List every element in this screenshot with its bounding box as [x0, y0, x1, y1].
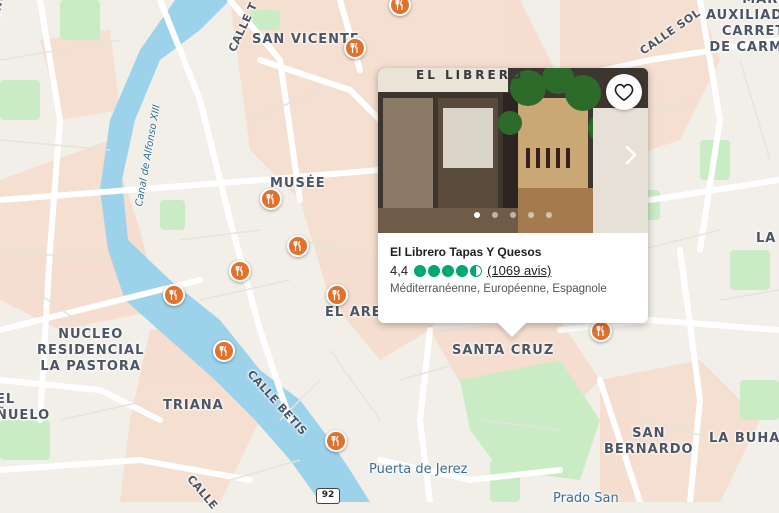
restaurant-pin[interactable]: [260, 188, 282, 210]
label-la-buhaira: LA BUHAIR: [709, 431, 779, 446]
restaurant-pin[interactable]: [326, 284, 348, 306]
fork-knife-icon: [332, 290, 340, 300]
rating-score: 4,4: [390, 263, 409, 278]
label-san-bernardo: SAN BERNARDO: [604, 426, 694, 457]
fork-knife-icon: [596, 326, 604, 336]
fork-knife-icon: [235, 266, 243, 276]
heart-icon: [614, 83, 634, 101]
fork-knife-icon: [395, 0, 403, 10]
restaurant-name[interactable]: El Librero Tapas Y Quesos: [390, 245, 541, 259]
pagination-dot[interactable]: [492, 212, 498, 218]
restaurant-pin[interactable]: [229, 260, 251, 282]
next-photo-button[interactable]: [622, 144, 640, 166]
pagination-dot[interactable]: [474, 212, 480, 218]
review-count-link[interactable]: (1069 avis): [487, 263, 551, 278]
label-el-nuelo: EL ÑUELO: [0, 392, 51, 423]
pagination-dot[interactable]: [546, 212, 552, 218]
restaurant-pin[interactable]: [344, 37, 366, 59]
fork-knife-icon: [266, 194, 274, 204]
label-prado-san: Prado San: [553, 491, 619, 506]
cuisine-tags: Méditerranéenne, Européenne, Espagnole: [390, 283, 607, 295]
fork-knife-icon: [350, 43, 358, 53]
chevron-right-icon: [625, 145, 637, 165]
rating-bubble: [442, 264, 455, 277]
rating-bubble: [428, 264, 441, 277]
fork-knife-icon: [219, 346, 227, 356]
label-puerta-de-jerez: Puerta de Jerez: [369, 462, 468, 477]
label-santa-cruz: SANTA CRUZ: [452, 343, 555, 358]
restaurant-pin[interactable]: [590, 320, 612, 342]
pagination-dot[interactable]: [510, 212, 516, 218]
restaurant-popup-card[interactable]: EL LIBRERO El Librero Tapas Y Quesos 4,4…: [378, 68, 648, 323]
restaurant-pin[interactable]: [163, 284, 185, 306]
fork-knife-icon: [169, 290, 177, 300]
label-triana: TRIANA: [163, 398, 224, 413]
favorite-button[interactable]: [606, 74, 642, 110]
restaurant-photo[interactable]: EL LIBRERO: [378, 68, 648, 233]
label-maria-auxiliadora: MARÍA AUXILIADO CARRETE DE CARMO: [706, 0, 779, 55]
restaurant-pin[interactable]: [287, 235, 309, 257]
pagination-dot[interactable]: [528, 212, 534, 218]
restaurant-pin[interactable]: [325, 430, 347, 452]
rating-bubble: [456, 264, 469, 277]
photo-pagination: [378, 212, 648, 218]
rating-bubbles: [414, 264, 483, 277]
rating-bubble: [414, 264, 427, 277]
label-museo: MUSÉE: [270, 176, 326, 191]
fork-knife-icon: [331, 436, 339, 446]
label-nucleo-residencial: NUCLEO RESIDENCIAL LA PASTORA: [37, 327, 145, 374]
photo-sign-text: EL LIBRERO: [416, 68, 525, 82]
fork-knife-icon: [293, 241, 301, 251]
rating-row: 4,4 (1069 avis): [390, 263, 551, 278]
restaurant-pin[interactable]: [213, 340, 235, 362]
label-la-c: LA C: [756, 231, 779, 246]
rating-bubble: [470, 264, 483, 277]
